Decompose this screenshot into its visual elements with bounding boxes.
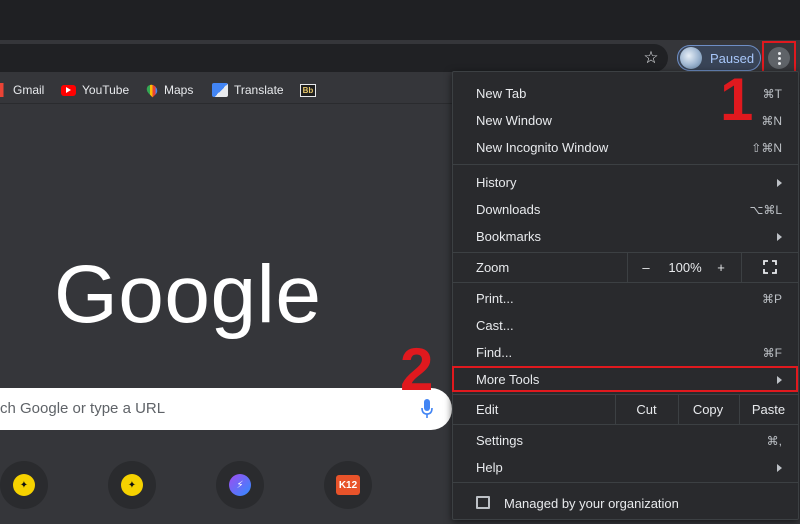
highlight-more-tools bbox=[452, 366, 798, 392]
bookmark-youtube[interactable]: YouTube bbox=[61, 82, 129, 98]
address-bar[interactable] bbox=[0, 44, 668, 72]
google-logo: Google bbox=[54, 249, 322, 340]
menu-item-downloads[interactable]: Downloads bbox=[476, 202, 540, 217]
copy-button[interactable]: Copy bbox=[678, 402, 738, 417]
highlight-menu-button bbox=[762, 41, 796, 75]
translate-icon bbox=[212, 83, 228, 97]
bookmark-label: Gmail bbox=[13, 83, 45, 97]
runner-icon: ✦ bbox=[121, 474, 143, 496]
step-number-2: 2 bbox=[400, 336, 434, 403]
bookmark-translate[interactable]: Translate bbox=[212, 82, 284, 98]
building-icon bbox=[476, 496, 490, 509]
menu-item-settings[interactable]: Settings bbox=[476, 433, 523, 448]
browser-window: ☆ Paused Gmail YouTube Maps Translate Bb… bbox=[0, 0, 800, 524]
shortcut-new-window: ⌘N bbox=[761, 114, 782, 128]
zoom-label: Zoom bbox=[476, 260, 510, 275]
submenu-arrow-icon bbox=[777, 179, 782, 187]
menu-item-new-incognito[interactable]: New Incognito Window bbox=[476, 140, 608, 155]
bookmark-label: Maps bbox=[164, 83, 194, 97]
shortcut-new-tab: ⌘T bbox=[762, 87, 782, 101]
k12-icon: K12 bbox=[336, 475, 360, 495]
menu-divider bbox=[453, 394, 798, 395]
shortcut-new-incognito: ⇧⌘N bbox=[751, 141, 782, 155]
menu-divider bbox=[453, 424, 798, 425]
paste-button[interactable]: Paste bbox=[739, 402, 798, 417]
menu-item-help[interactable]: Help bbox=[476, 460, 503, 475]
search-placeholder: ch Google or type a URL bbox=[0, 400, 166, 417]
menu-divider bbox=[453, 282, 798, 283]
shortcut-tile[interactable]: ✦ bbox=[0, 461, 48, 509]
bookmark-gmail[interactable]: Gmail bbox=[0, 82, 44, 98]
messenger-icon: ⚡ bbox=[229, 474, 251, 496]
bb-icon: Bb bbox=[300, 83, 316, 97]
bookmark-label: Translate bbox=[234, 83, 284, 97]
zoom-in-button[interactable]: + bbox=[713, 260, 729, 275]
bookmark-star-icon[interactable]: ☆ bbox=[641, 48, 661, 68]
menu-item-new-tab[interactable]: New Tab bbox=[476, 86, 526, 101]
maps-pin-icon bbox=[144, 82, 160, 98]
shortcut-print: ⌘P bbox=[761, 292, 782, 306]
edit-label: Edit bbox=[476, 402, 499, 417]
zoom-level: 100% bbox=[668, 260, 702, 275]
chrome-menu: New Tab ⌘T New Window ⌘N New Incognito W… bbox=[452, 71, 799, 520]
menu-item-bookmarks[interactable]: Bookmarks bbox=[476, 229, 541, 244]
shortcut-find: ⌘F bbox=[762, 346, 782, 360]
menu-item-find[interactable]: Find... bbox=[476, 345, 512, 360]
menu-item-cast[interactable]: Cast... bbox=[476, 318, 514, 333]
shortcut-tile[interactable]: ✦ bbox=[108, 461, 156, 509]
zoom-divider bbox=[741, 252, 742, 282]
title-bar bbox=[0, 0, 800, 40]
fullscreen-icon[interactable] bbox=[763, 260, 777, 274]
bookmark-maps[interactable]: Maps bbox=[144, 82, 194, 98]
shortcut-tile[interactable]: ⚡ bbox=[216, 461, 264, 509]
runner-icon: ✦ bbox=[13, 474, 35, 496]
menu-item-managed[interactable]: Managed by your organization bbox=[504, 496, 679, 511]
bookmark-bb[interactable]: Bb bbox=[300, 82, 316, 98]
profile-status-label: Paused bbox=[710, 50, 755, 66]
menu-item-history[interactable]: History bbox=[476, 175, 516, 190]
shortcut-settings: ⌘, bbox=[766, 434, 782, 448]
menu-item-print[interactable]: Print... bbox=[476, 291, 514, 306]
youtube-icon bbox=[61, 84, 76, 96]
zoom-out-button[interactable]: – bbox=[638, 260, 654, 275]
menu-item-new-window[interactable]: New Window bbox=[476, 113, 552, 128]
submenu-arrow-icon bbox=[777, 233, 782, 241]
bookmark-label: YouTube bbox=[82, 83, 130, 97]
zoom-divider bbox=[627, 252, 628, 282]
menu-divider bbox=[453, 164, 798, 165]
menu-divider bbox=[453, 482, 798, 483]
cut-button[interactable]: Cut bbox=[615, 402, 678, 417]
gmail-icon bbox=[0, 83, 7, 97]
menu-divider bbox=[453, 252, 798, 253]
shortcut-downloads: ⌥⌘L bbox=[749, 203, 782, 217]
avatar bbox=[680, 47, 702, 69]
step-number-1: 1 bbox=[720, 66, 754, 133]
submenu-arrow-icon bbox=[777, 464, 782, 472]
shortcut-tile[interactable]: K12 bbox=[324, 461, 372, 509]
